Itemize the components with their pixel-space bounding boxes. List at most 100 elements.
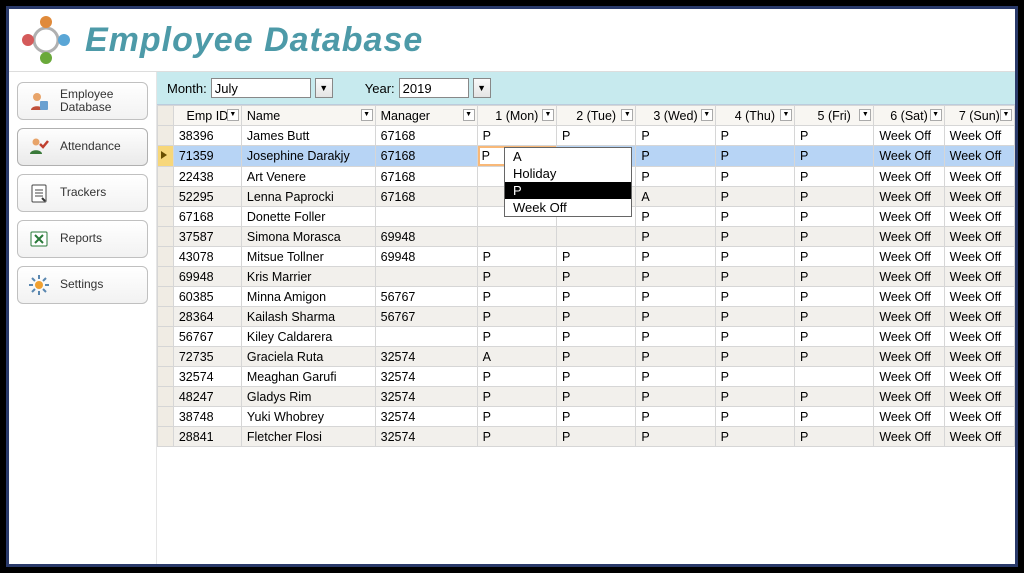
cell-name[interactable]: Simona Morasca <box>241 227 375 247</box>
year-dropdown-button[interactable]: ▼ <box>473 78 491 98</box>
attendance-cell[interactable]: Week Off <box>944 187 1014 207</box>
cell-name[interactable]: Mitsue Tollner <box>241 247 375 267</box>
cell-mgr[interactable]: 56767 <box>375 307 477 327</box>
cell-mgr[interactable] <box>375 327 477 347</box>
column-header[interactable]: 1 (Mon)▼ <box>477 106 556 126</box>
cell-name[interactable]: Meaghan Garufi <box>241 367 375 387</box>
table-row[interactable]: 32574Meaghan Garufi32574PPPPWeek OffWeek… <box>158 367 1015 387</box>
row-header[interactable] <box>158 227 174 247</box>
attendance-cell[interactable]: P <box>477 327 556 347</box>
column-filter-button[interactable]: ▼ <box>227 109 239 121</box>
column-header[interactable]: Manager▼ <box>375 106 477 126</box>
year-input[interactable] <box>399 78 469 98</box>
table-row[interactable]: 72735Graciela Ruta32574APPPPWeek OffWeek… <box>158 347 1015 367</box>
cell-mgr[interactable]: 67168 <box>375 167 477 187</box>
attendance-cell[interactable]: P <box>477 267 556 287</box>
table-row[interactable]: 56767Kiley CaldareraPPPPPWeek OffWeek Of… <box>158 327 1015 347</box>
attendance-cell[interactable]: P <box>556 307 635 327</box>
attendance-cell[interactable]: P <box>715 287 794 307</box>
column-filter-button[interactable]: ▼ <box>701 109 713 121</box>
cell-name[interactable]: Gladys Rim <box>241 387 375 407</box>
attendance-cell[interactable]: Week Off <box>944 267 1014 287</box>
attendance-cell[interactable]: Week Off <box>874 307 944 327</box>
cell-id[interactable]: 32574 <box>173 367 241 387</box>
attendance-cell[interactable]: P <box>795 307 874 327</box>
sidebar-item-attendance[interactable]: Attendance <box>17 128 148 166</box>
cell-id[interactable]: 48247 <box>173 387 241 407</box>
attendance-cell[interactable]: P <box>636 126 715 146</box>
attendance-cell[interactable]: Week Off <box>944 146 1014 167</box>
attendance-cell[interactable]: Week Off <box>874 207 944 227</box>
attendance-cell[interactable]: P <box>636 167 715 187</box>
attendance-cell[interactable]: Week Off <box>944 347 1014 367</box>
attendance-cell[interactable]: P <box>715 387 794 407</box>
attendance-cell[interactable]: Week Off <box>944 167 1014 187</box>
attendance-cell[interactable]: Week Off <box>944 247 1014 267</box>
attendance-cell[interactable]: P <box>795 347 874 367</box>
row-header[interactable] <box>158 247 174 267</box>
attendance-cell[interactable]: P <box>477 287 556 307</box>
column-filter-button[interactable]: ▼ <box>542 109 554 121</box>
row-header[interactable] <box>158 146 174 167</box>
table-row[interactable]: 28364Kailash Sharma56767PPPPPWeek OffWee… <box>158 307 1015 327</box>
row-header[interactable] <box>158 387 174 407</box>
cell-mgr[interactable] <box>375 207 477 227</box>
attendance-cell[interactable]: P <box>636 407 715 427</box>
attendance-cell[interactable]: P <box>636 327 715 347</box>
sidebar-item-settings[interactable]: Settings <box>17 266 148 304</box>
attendance-cell[interactable]: Week Off <box>944 207 1014 227</box>
cell-name[interactable]: Donette Foller <box>241 207 375 227</box>
attendance-cell[interactable]: P <box>556 347 635 367</box>
column-header[interactable]: 4 (Thu)▼ <box>715 106 794 126</box>
attendance-cell[interactable]: Week Off <box>874 187 944 207</box>
attendance-cell[interactable]: P <box>715 327 794 347</box>
attendance-cell[interactable]: P <box>715 126 794 146</box>
attendance-cell[interactable]: P <box>556 327 635 347</box>
cell-mgr[interactable]: 32574 <box>375 407 477 427</box>
column-filter-button[interactable]: ▼ <box>621 109 633 121</box>
sidebar-item-employee-database[interactable]: Employee Database <box>17 82 148 120</box>
attendance-cell[interactable]: Week Off <box>944 287 1014 307</box>
attendance-cell[interactable]: Week Off <box>874 227 944 247</box>
sidebar-item-reports[interactable]: Reports <box>17 220 148 258</box>
attendance-cell[interactable]: P <box>636 367 715 387</box>
column-filter-button[interactable]: ▼ <box>1000 109 1012 121</box>
cell-mgr[interactable]: 32574 <box>375 427 477 447</box>
table-row[interactable]: 37587Simona Morasca69948PPPWeek OffWeek … <box>158 227 1015 247</box>
attendance-cell[interactable]: P <box>795 146 874 167</box>
attendance-cell[interactable]: P <box>715 407 794 427</box>
column-filter-button[interactable]: ▼ <box>361 109 373 121</box>
row-header[interactable] <box>158 126 174 146</box>
attendance-cell[interactable] <box>477 227 556 247</box>
cell-id[interactable]: 43078 <box>173 247 241 267</box>
attendance-cell[interactable]: P <box>636 347 715 367</box>
column-header[interactable]: Name▼ <box>241 106 375 126</box>
cell-dropdown[interactable]: AHolidayPWeek Off <box>504 147 632 217</box>
attendance-cell[interactable]: P <box>715 267 794 287</box>
column-filter-button[interactable]: ▼ <box>859 109 871 121</box>
attendance-cell[interactable]: P <box>556 267 635 287</box>
cell-mgr[interactable]: 32574 <box>375 367 477 387</box>
attendance-cell[interactable]: Week Off <box>944 407 1014 427</box>
attendance-cell[interactable]: P <box>715 167 794 187</box>
table-row[interactable]: 48247Gladys Rim32574PPPPPWeek OffWeek Of… <box>158 387 1015 407</box>
attendance-cell[interactable]: Week Off <box>944 427 1014 447</box>
cell-name[interactable]: Yuki Whobrey <box>241 407 375 427</box>
row-header[interactable] <box>158 187 174 207</box>
attendance-cell[interactable]: P <box>477 387 556 407</box>
attendance-cell[interactable]: P <box>795 126 874 146</box>
attendance-cell[interactable]: Week Off <box>944 126 1014 146</box>
cell-id[interactable]: 28364 <box>173 307 241 327</box>
attendance-cell[interactable]: Week Off <box>944 387 1014 407</box>
attendance-cell[interactable]: P <box>795 427 874 447</box>
attendance-cell[interactable]: Week Off <box>874 126 944 146</box>
row-header[interactable] <box>158 307 174 327</box>
table-row[interactable]: 43078Mitsue Tollner69948PPPPPWeek OffWee… <box>158 247 1015 267</box>
attendance-cell[interactable]: P <box>556 247 635 267</box>
attendance-cell[interactable]: Week Off <box>874 367 944 387</box>
attendance-cell[interactable]: P <box>715 367 794 387</box>
cell-name[interactable]: Josephine Darakjy <box>241 146 375 167</box>
column-header[interactable]: 6 (Sat)▼ <box>874 106 944 126</box>
attendance-cell[interactable]: P <box>477 307 556 327</box>
attendance-cell[interactable]: P <box>477 407 556 427</box>
